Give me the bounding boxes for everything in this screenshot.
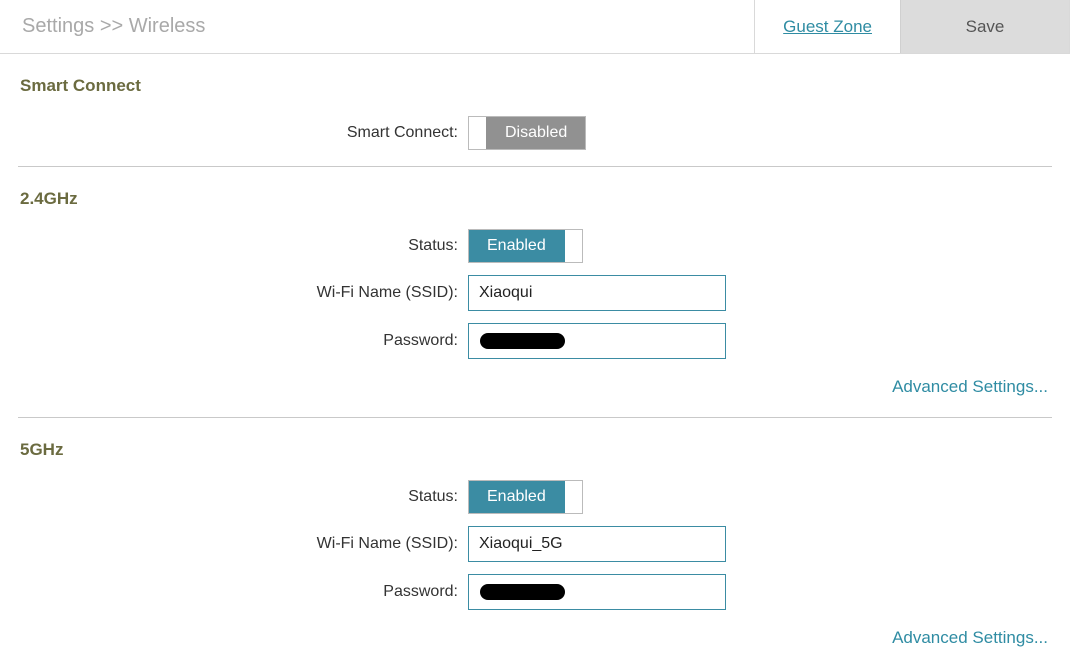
label-smart-connect: Smart Connect: — [18, 124, 468, 142]
section-title-5ghz: 5GHz — [18, 418, 1052, 474]
row-smart-connect: Smart Connect: Disabled — [18, 110, 1052, 156]
row-5-status: Status: Enabled — [18, 474, 1052, 520]
section-title-smart-connect: Smart Connect — [18, 54, 1052, 110]
breadcrumb: Settings >> Wireless — [0, 0, 754, 53]
toggle-24-status[interactable]: Enabled — [468, 229, 583, 263]
row-24-password: Password: — [18, 317, 1052, 365]
content-area: Smart Connect Smart Connect: Disabled 2.… — [0, 54, 1070, 658]
input-5-ssid[interactable] — [468, 526, 726, 562]
row-24-ssid: Wi-Fi Name (SSID): — [18, 269, 1052, 317]
input-24-ssid[interactable] — [468, 275, 726, 311]
toggle-handle — [564, 481, 582, 513]
label-24-ssid: Wi-Fi Name (SSID): — [18, 284, 468, 302]
redacted-password-icon — [480, 584, 565, 600]
label-5-ssid: Wi-Fi Name (SSID): — [18, 535, 468, 553]
toggle-label: Enabled — [469, 230, 564, 262]
toggle-handle — [564, 230, 582, 262]
toggle-label: Enabled — [469, 481, 564, 513]
section-title-24ghz: 2.4GHz — [18, 167, 1052, 223]
redacted-password-icon — [480, 333, 565, 349]
link-5-advanced[interactable]: Advanced Settings... — [18, 616, 1052, 658]
label-24-status: Status: — [18, 237, 468, 255]
row-24-status: Status: Enabled — [18, 223, 1052, 269]
input-5-password[interactable] — [468, 574, 726, 610]
link-24-advanced[interactable]: Advanced Settings... — [18, 365, 1052, 407]
label-5-password: Password: — [18, 583, 468, 601]
toggle-label: Disabled — [487, 117, 585, 149]
toggle-5-status[interactable]: Enabled — [468, 480, 583, 514]
label-24-password: Password: — [18, 332, 468, 350]
row-5-ssid: Wi-Fi Name (SSID): — [18, 520, 1052, 568]
label-5-status: Status: — [18, 488, 468, 506]
toggle-smart-connect[interactable]: Disabled — [468, 116, 586, 150]
toggle-handle — [469, 117, 487, 149]
guest-zone-button[interactable]: Guest Zone — [754, 0, 900, 53]
row-5-password: Password: — [18, 568, 1052, 616]
input-24-password[interactable] — [468, 323, 726, 359]
save-button[interactable]: Save — [900, 0, 1070, 53]
top-bar: Settings >> Wireless Guest Zone Save — [0, 0, 1070, 54]
